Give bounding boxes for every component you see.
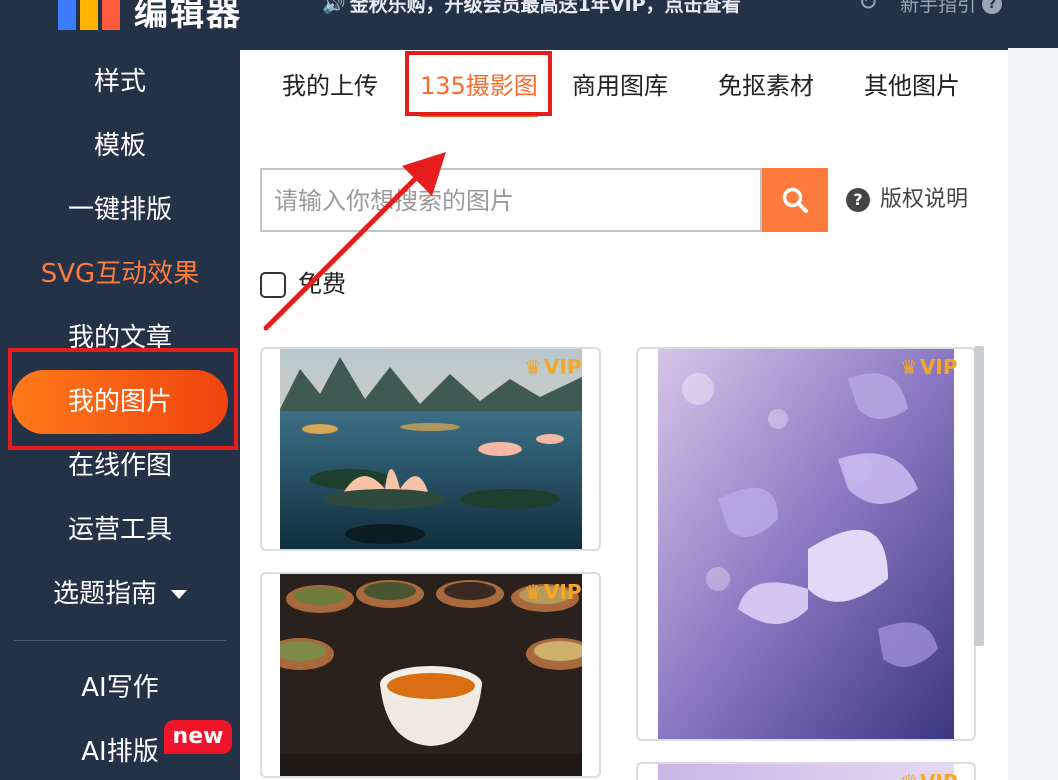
crown-icon: ♛ xyxy=(524,580,542,604)
tab-commercial-library[interactable]: 商用图库 xyxy=(572,68,668,104)
sidebar-item-template[interactable]: 模板 xyxy=(0,126,240,166)
sidebar-item-svg-interactive[interactable]: SVG互动效果 xyxy=(0,254,240,294)
image-card-tea[interactable]: ♛ VIP xyxy=(260,572,601,778)
lotus-lake-image xyxy=(280,349,582,549)
search-icon xyxy=(782,187,808,213)
guide-link[interactable]: 新手指引 ? xyxy=(900,0,1003,17)
refresh-icon[interactable]: ↻ xyxy=(858,0,878,16)
vip-badge: ♛VIP xyxy=(900,355,958,379)
free-label[interactable]: 免费 xyxy=(298,266,346,302)
logo-text: 编辑器 xyxy=(134,0,242,34)
scrollbar[interactable] xyxy=(974,346,984,646)
copyright-link[interactable]: ? 版权说明 xyxy=(846,182,968,218)
help-icon: ? xyxy=(982,0,1003,14)
sidebar-item-style[interactable]: 样式 xyxy=(0,62,240,102)
sidebar-item-label: 选题指南 xyxy=(52,579,157,609)
highlight-box-my-images xyxy=(8,348,238,450)
crown-icon: ♛ xyxy=(900,355,918,379)
vip-badge: ♛VIP xyxy=(900,770,958,780)
sidebar-divider xyxy=(14,640,226,641)
guide-label: 新手指引 xyxy=(900,0,977,16)
sidebar-item-one-click-layout[interactable]: 一键排版 xyxy=(0,190,240,230)
vip-badge: ♛VIP xyxy=(524,355,582,379)
sidebar-item-ai-writing[interactable]: AI写作 xyxy=(0,668,240,708)
new-badge: new xyxy=(164,720,232,754)
app-logo[interactable]: 编辑器 xyxy=(58,0,242,35)
logo-mark-icon xyxy=(58,0,120,30)
right-margin xyxy=(1008,48,1058,780)
image-card-lotus[interactable]: ♛ VIP xyxy=(260,347,601,551)
search-input[interactable] xyxy=(272,170,756,232)
highlight-box-135-tab xyxy=(405,51,552,116)
vip-badge: ♛VIP xyxy=(524,580,582,604)
sidebar-item-topic-guide[interactable]: 选题指南 xyxy=(0,574,240,614)
tab-cutout-assets[interactable]: 免抠素材 xyxy=(718,68,814,104)
tea-cups-image xyxy=(280,574,582,776)
sidebar-item-operation-tools[interactable]: 运营工具 xyxy=(0,510,240,550)
search-box xyxy=(260,168,762,232)
image-card-partial[interactable]: ♛VIP xyxy=(636,762,976,780)
search-button[interactable] xyxy=(762,168,828,232)
caret-down-icon xyxy=(171,590,187,599)
help-icon: ? xyxy=(846,188,870,212)
speaker-icon: 🔊 xyxy=(322,0,346,15)
image-card-butterflies[interactable]: ♛ VIP xyxy=(636,347,976,741)
crown-icon: ♛ xyxy=(524,355,542,379)
top-bar: 编辑器 🔊 金秋乐购，升级会员最高送1年VIP，点击查看 ↻ 新手指引 ? xyxy=(0,0,1058,48)
announcement-text: 金秋乐购，升级会员最高送1年VIP，点击查看 xyxy=(349,0,741,16)
crown-icon: ♛ xyxy=(900,770,918,780)
tab-other-images[interactable]: 其他图片 xyxy=(864,68,960,104)
free-checkbox[interactable] xyxy=(260,272,286,298)
announcement-link[interactable]: 🔊 金秋乐购，升级会员最高送1年VIP，点击查看 xyxy=(322,0,741,17)
copyright-label: 版权说明 xyxy=(880,187,969,212)
tab-my-uploads[interactable]: 我的上传 xyxy=(282,68,378,104)
butterflies-water-image xyxy=(658,349,954,739)
sidebar-item-online-design[interactable]: 在线作图 xyxy=(0,446,240,486)
image-panel: 我的上传 135摄影图 商用图库 免抠素材 其他图片 ? 版权说明 免费 xyxy=(240,50,1008,780)
